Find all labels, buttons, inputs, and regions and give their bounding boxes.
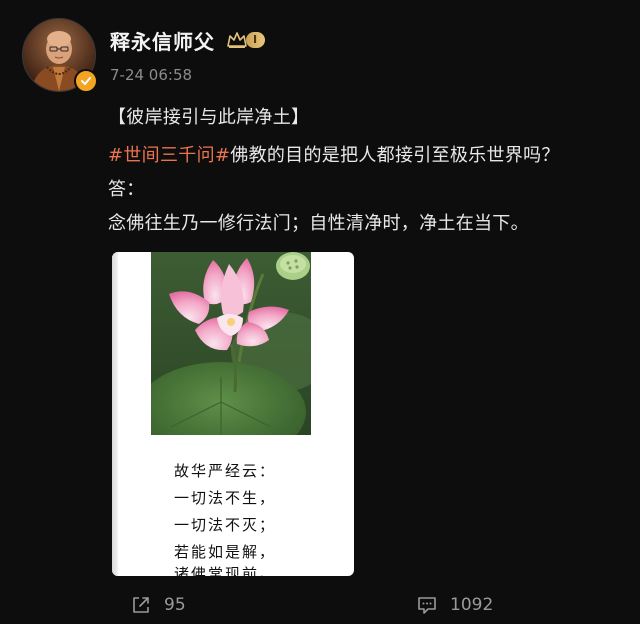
scroll-edge bbox=[112, 252, 118, 576]
hashtag-link[interactable]: #世间三千问# bbox=[108, 145, 230, 166]
weibo-post: 释永信师父 I 7-24 06:58 【彼岸接引与此岸净土】 #世间三千问#佛教… bbox=[0, 0, 640, 624]
comment-button[interactable]: 1092 bbox=[416, 592, 493, 618]
lotus-flower-icon bbox=[151, 252, 311, 435]
verse-line: 故华严经云： bbox=[174, 462, 277, 480]
vip-level: I bbox=[246, 32, 266, 48]
author-avatar-container[interactable] bbox=[22, 18, 98, 93]
lotus-photo bbox=[151, 252, 311, 435]
verse-line: 一切法不灭； bbox=[174, 516, 277, 534]
author-name[interactable]: 释永信师父 bbox=[110, 26, 215, 55]
share-count: 95 bbox=[164, 595, 186, 615]
verse-line: 若能如是解， bbox=[174, 543, 277, 561]
answer-text: 念佛往生乃一修行法门；自性清净时，净土在当下。 bbox=[108, 213, 529, 234]
verse-line: 诸佛常现前。 bbox=[174, 565, 277, 576]
verified-icon bbox=[74, 69, 98, 93]
comment-icon bbox=[418, 597, 436, 614]
vip-badge[interactable]: I bbox=[226, 30, 266, 50]
post-question-line: #世间三千问#佛教的目的是把人都接引至极乐世界吗？ bbox=[108, 141, 560, 167]
comment-count: 1092 bbox=[450, 595, 494, 615]
share-icon bbox=[133, 597, 149, 613]
answer-label: 答： bbox=[108, 179, 145, 200]
share-button[interactable]: 95 bbox=[130, 592, 186, 618]
post-image[interactable]: 故华严经云： 一切法不生， 一切法不灭； 若能如是解， 诸佛常现前。 bbox=[112, 252, 354, 576]
crown-icon bbox=[227, 32, 247, 48]
post-timestamp[interactable]: 7-24 06:58 bbox=[110, 66, 192, 84]
question-text: 佛教的目的是把人都接引至极乐世界吗？ bbox=[230, 145, 560, 166]
post-title-line: 【彼岸接引与此岸净土】 bbox=[108, 107, 310, 128]
verse-line: 一切法不生， bbox=[174, 489, 277, 507]
